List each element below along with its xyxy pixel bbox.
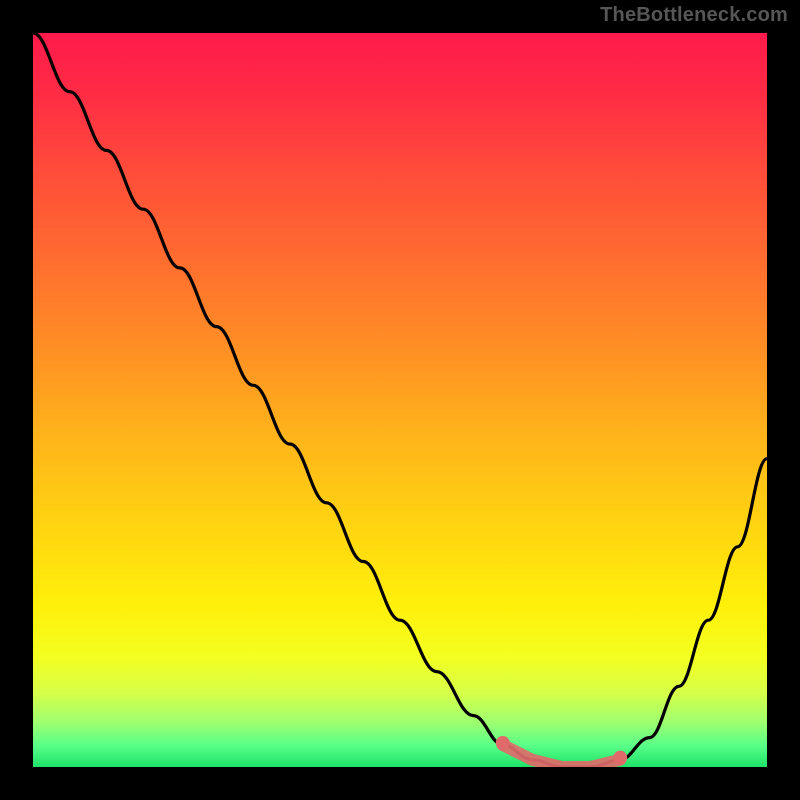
plot-area bbox=[33, 33, 767, 767]
chart-container: TheBottleneck.com bbox=[0, 0, 800, 800]
watermark-text: TheBottleneck.com bbox=[600, 4, 788, 27]
background-gradient bbox=[33, 33, 767, 767]
